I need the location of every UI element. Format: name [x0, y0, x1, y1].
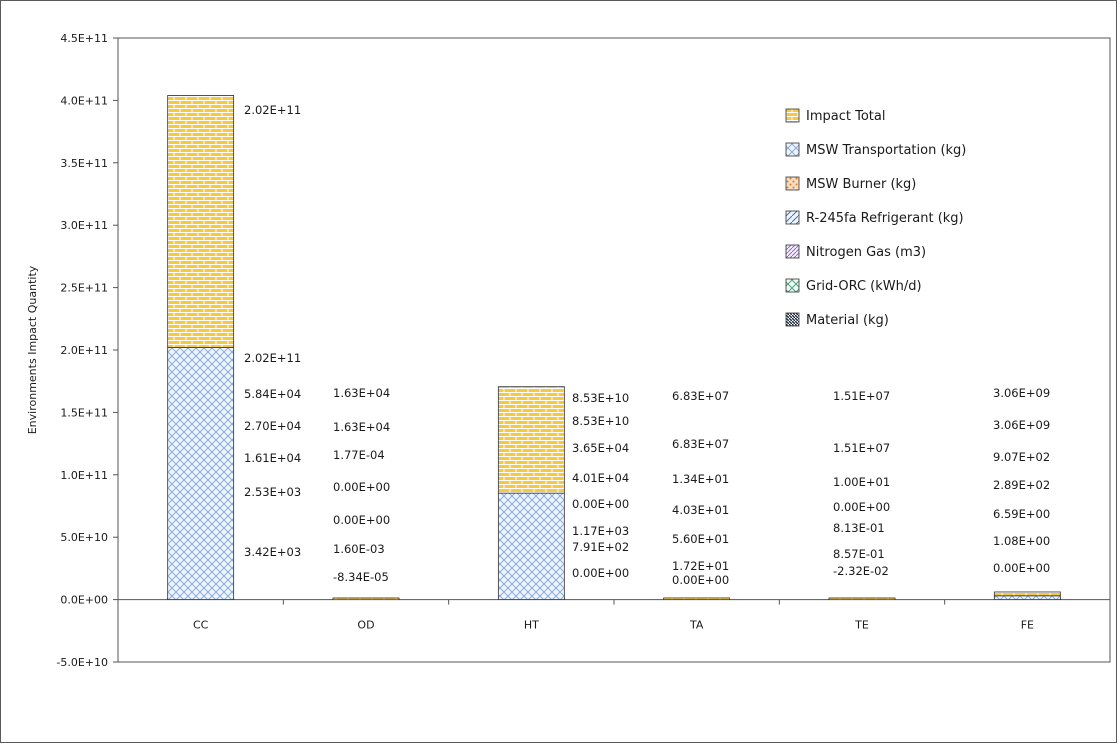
data-labels: 3.42E+03 2.53E+03 1.61E+04 2.70E+04 5.84E+04…	[244, 103, 1050, 587]
legend-swatch-msw_burner	[785, 176, 800, 191]
y-axis-label: Environments Impact Quantity	[26, 265, 39, 434]
bar-impact_total-te	[828, 597, 896, 600]
y-tick-label: 4.5E+11	[60, 32, 108, 45]
data-label: 1.60E-03	[333, 542, 385, 556]
data-label: 0.00E+00	[572, 497, 629, 511]
data-label: -8.34E-05	[333, 570, 389, 584]
data-label: 9.07E+02	[993, 450, 1050, 464]
data-label: 1.77E-04	[333, 448, 385, 462]
data-label: 1.08E+00	[993, 534, 1050, 548]
data-label: 4.01E+04	[572, 471, 629, 485]
data-label: 5.60E+01	[672, 532, 729, 546]
y-tick-label: 3.0E+11	[60, 219, 108, 232]
data-label: 2.02E+11	[244, 103, 301, 117]
y-tick-label: 4.0E+11	[60, 94, 108, 107]
bar-msw_transportation-ht	[497, 492, 565, 600]
legend-swatch-r245fa	[785, 210, 800, 225]
data-label: 6.83E+07	[672, 437, 729, 451]
x-axis: CC OD HT TA TE FE	[117, 599, 1111, 632]
data-label: 8.13E-01	[833, 521, 885, 535]
y-tick-label: 2.0E+11	[60, 344, 108, 357]
data-label: 3.06E+09	[993, 418, 1050, 432]
data-label: 3.42E+03	[244, 545, 301, 559]
x-tick-label: FE	[1021, 619, 1034, 632]
legend-label-material: Material (kg)	[806, 313, 889, 328]
y-tick-label: 1.0E+11	[60, 469, 108, 482]
data-label: 8.53E+10	[572, 414, 629, 428]
data-label: 1.63E+04	[333, 420, 390, 434]
data-label: 6.59E+00	[993, 507, 1050, 521]
chart-svg: Environments Impact Quantity -5.0E+10 0.0…	[26, 32, 1111, 669]
legend-swatch-grid_orc	[785, 278, 800, 293]
data-label: 1.72E+01	[672, 559, 729, 573]
data-label: -2.32E-02	[833, 564, 889, 578]
data-label: 1.51E+07	[833, 441, 890, 455]
legend-swatch-impact_total	[785, 108, 800, 123]
bar-msw_transportation-cc	[167, 347, 235, 600]
bar-impact_total-fe	[993, 591, 1061, 597]
legend-label-nitrogen: Nitrogen Gas (m3)	[806, 245, 926, 260]
data-label: 2.53E+03	[244, 485, 301, 499]
data-label: 1.00E+01	[833, 475, 890, 489]
y-tick-label: 3.5E+11	[60, 157, 108, 170]
data-label: 0.00E+00	[333, 513, 390, 527]
data-label: 4.03E+01	[672, 503, 729, 517]
data-label: 0.00E+00	[833, 500, 890, 514]
bar-impact_total-od	[332, 597, 400, 600]
data-label: 2.70E+04	[244, 419, 301, 433]
data-label: 1.51E+07	[833, 389, 890, 403]
y-tick-label: 2.5E+11	[60, 282, 108, 295]
y-axis: -5.0E+10 0.0E+00 5.0E+10 1.0E+11 1.5E+11 2.0E…	[56, 32, 118, 669]
legend-label-msw_transportation: MSW Transportation (kg)	[806, 143, 966, 158]
y-tick-label: 1.5E+11	[60, 406, 108, 419]
data-label: 8.57E-01	[833, 547, 885, 561]
x-tick-label: TE	[854, 619, 869, 632]
data-label: 0.00E+00	[672, 573, 729, 587]
legend-label-r245fa: R-245fa Refrigerant (kg)	[806, 211, 964, 226]
data-label: 8.53E+10	[572, 391, 629, 405]
data-label: 5.84E+04	[244, 387, 301, 401]
data-label: 3.65E+04	[572, 441, 629, 455]
x-tick-label: OD	[357, 619, 374, 632]
legend-swatch-material	[785, 312, 800, 327]
data-label: 0.00E+00	[333, 480, 390, 494]
data-label: 1.63E+04	[333, 386, 390, 400]
data-label: 2.89E+02	[993, 478, 1050, 492]
x-tick-label: TA	[689, 619, 704, 632]
y-tick-label: 5.0E+10	[60, 531, 108, 544]
data-label: 1.17E+03	[572, 524, 629, 538]
x-tick-label: CC	[193, 619, 209, 632]
data-label: 2.02E+11	[244, 351, 301, 365]
y-tick-label: 0.0E+00	[60, 594, 108, 607]
data-label: 0.00E+00	[993, 561, 1050, 575]
legend: Impact Total MSW Transportation (kg) MSW B…	[785, 108, 966, 328]
data-label: 1.61E+04	[244, 451, 301, 465]
legend-label-impact_total: Impact Total	[806, 109, 885, 124]
bar-impact_total-ta	[663, 597, 730, 600]
data-label: 7.91E+02	[572, 540, 629, 554]
legend-label-msw_burner: MSW Burner (kg)	[806, 177, 916, 192]
bar-impact_total-cc	[167, 95, 235, 348]
data-label: 0.00E+00	[572, 566, 629, 580]
legend-swatch-msw_transportation	[785, 142, 800, 157]
data-label: 1.34E+01	[672, 472, 729, 486]
x-tick-label: HT	[524, 619, 539, 632]
legend-swatch-nitrogen	[785, 244, 800, 259]
data-label: 3.06E+09	[993, 386, 1050, 400]
bar-impact_total-ht	[497, 386, 565, 494]
legend-label-grid_orc: Grid-ORC (kWh/d)	[806, 279, 922, 294]
y-tick-label: -5.0E+10	[56, 656, 108, 669]
data-label: 6.83E+07	[672, 389, 729, 403]
bar-msw_transportation-fe	[993, 595, 1061, 601]
